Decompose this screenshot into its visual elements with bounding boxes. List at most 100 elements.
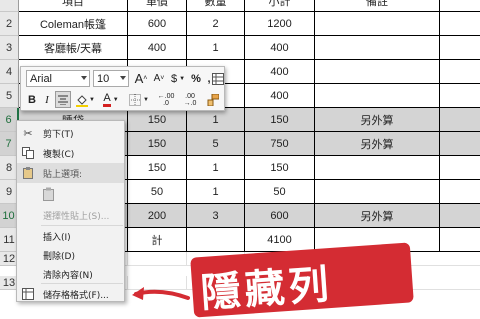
menu-item-insert[interactable]: 插入(I): [17, 226, 124, 246]
cell-qty[interactable]: 1: [187, 36, 245, 59]
menu-label-copy: 複製(C): [43, 149, 75, 160]
cell-price[interactable]: 50: [128, 180, 187, 203]
annotation-arrow-icon: [132, 287, 190, 300]
menu-label-cut: 剪下(T): [43, 129, 74, 140]
cell-price[interactable]: 計: [128, 228, 187, 251]
column-header-subtotal: 小計: [245, 0, 315, 11]
fill-color-icon: [76, 94, 89, 107]
currency-button[interactable]: $ ▼: [169, 70, 187, 87]
font-name-box[interactable]: Arial: [26, 70, 90, 87]
cell-qty[interactable]: 1: [187, 156, 245, 179]
cell-qty[interactable]: 3: [187, 204, 245, 227]
cell-note[interactable]: [315, 180, 440, 203]
decrease-decimal-icon: .00 →.0: [183, 92, 197, 107]
format-painter-button[interactable]: [205, 91, 221, 108]
cell-price[interactable]: 150: [128, 132, 187, 155]
cell-subtotal[interactable]: 150: [245, 108, 315, 131]
cell-qty[interactable]: [187, 228, 245, 251]
increase-decimal-icon: ←.00 .0: [157, 92, 175, 107]
cell-subtotal[interactable]: 750: [245, 132, 315, 155]
menu-label-paste-special: 選擇性貼上(S)...: [43, 211, 110, 222]
cell-note[interactable]: 另外算: [315, 132, 440, 155]
row-header[interactable]: 5: [0, 84, 19, 108]
paste-icon: [21, 166, 35, 180]
format-table-icon: [212, 72, 224, 85]
percent-icon: %: [191, 72, 201, 85]
font-size-box[interactable]: 10: [93, 70, 129, 87]
cell-note[interactable]: [315, 36, 440, 59]
italic-button[interactable]: I: [41, 91, 53, 108]
table-row[interactable]: 客廳帳/天幕 400 1 400: [19, 36, 480, 60]
currency-icon: $: [170, 72, 178, 85]
align-center-icon: [58, 95, 68, 105]
menu-item-paste-options: 貼上選項:: [17, 163, 124, 183]
menu-item-cut[interactable]: ✂ 剪下(T): [17, 123, 124, 143]
grow-font-button[interactable]: A ˄: [133, 70, 149, 87]
cell-note[interactable]: [315, 84, 440, 107]
cell-subtotal[interactable]: 400: [245, 84, 315, 107]
format-table-button[interactable]: [211, 70, 225, 87]
cell-item[interactable]: Coleman帳篷: [19, 12, 128, 35]
font-name-dropdown-icon[interactable]: [81, 76, 87, 80]
font-size-value: 10: [97, 72, 110, 85]
cell-note[interactable]: 另外算: [315, 204, 440, 227]
menu-item-paste-clipboard[interactable]: [17, 183, 124, 205]
cell-price[interactable]: 600: [128, 12, 187, 35]
cell-price[interactable]: 400: [128, 36, 187, 59]
cell-note[interactable]: [315, 12, 440, 35]
increase-decimal-button[interactable]: ←.00 .0: [155, 91, 177, 108]
menu-item-clear-contents[interactable]: 清除內容(N): [17, 264, 124, 284]
clipboard-icon[interactable]: [41, 187, 55, 201]
borders-icon: [129, 93, 142, 106]
font-color-button[interactable]: A ▼: [99, 91, 123, 108]
align-center-button[interactable]: [55, 91, 71, 108]
cell-price[interactable]: 200: [128, 204, 187, 227]
shrink-font-button[interactable]: A ˅: [151, 70, 167, 87]
cell-subtotal[interactable]: 400: [245, 36, 315, 59]
italic-icon: I: [45, 93, 49, 106]
bold-button[interactable]: B: [25, 91, 39, 108]
menu-item-format-cells[interactable]: 儲存格格式(F)...: [17, 284, 124, 304]
row-header[interactable]: 2: [0, 12, 19, 36]
cell-qty[interactable]: 1: [187, 108, 245, 131]
cell-qty[interactable]: 5: [187, 132, 245, 155]
cell-price[interactable]: [128, 252, 187, 265]
borders-button[interactable]: ▼: [127, 91, 151, 108]
menu-label-clear-contents: 清除內容(N): [43, 270, 93, 281]
format-painter-icon: [207, 93, 219, 106]
cell-qty[interactable]: 2: [187, 12, 245, 35]
column-header-note: 備註: [315, 0, 440, 11]
cell-subtotal[interactable]: 400: [245, 60, 315, 83]
menu-item-copy[interactable]: 複製(C): [17, 143, 124, 163]
row-header-1[interactable]: [0, 0, 19, 12]
table-row[interactable]: Coleman帳篷 600 2 1200: [19, 12, 480, 36]
cell-price[interactable]: 150: [128, 108, 187, 131]
cell-note[interactable]: 另外算: [315, 108, 440, 131]
decrease-decimal-button[interactable]: .00 →.0: [179, 91, 201, 108]
menu-item-paste-special[interactable]: 選擇性貼上(S)...: [17, 205, 124, 225]
font-size-dropdown-icon[interactable]: [120, 76, 126, 80]
column-header-price: 單價: [128, 0, 187, 11]
header-row: 項目 單價 數量 小計 備註: [19, 0, 480, 12]
menu-item-delete[interactable]: 刪除(D): [17, 245, 124, 265]
cell-subtotal[interactable]: 600: [245, 204, 315, 227]
menu-label-insert: 插入(I): [43, 232, 71, 243]
percent-button[interactable]: %: [189, 70, 203, 87]
cell-subtotal[interactable]: 1200: [245, 12, 315, 35]
menu-label-delete: 刪除(D): [43, 251, 75, 262]
cell-subtotal[interactable]: 50: [245, 180, 315, 203]
cell-note[interactable]: [315, 60, 440, 83]
context-menu: ✂ 剪下(T) 複製(C) 貼上選項: 選擇性貼上(S)... 插入(I) 刪除…: [16, 120, 125, 302]
cell-qty[interactable]: 1: [187, 180, 245, 203]
cell-item[interactable]: 客廳帳/天幕: [19, 36, 128, 59]
cell-price[interactable]: 150: [128, 156, 187, 179]
row-header[interactable]: 3: [0, 36, 19, 60]
column-header-qty: 數量: [187, 0, 245, 11]
cell-subtotal[interactable]: 4100: [245, 228, 315, 251]
cell-subtotal[interactable]: 150: [245, 156, 315, 179]
copy-icon: [21, 146, 35, 160]
row-header[interactable]: 4: [0, 60, 19, 84]
fill-color-button[interactable]: ▼: [73, 91, 97, 108]
cell-note[interactable]: [315, 156, 440, 179]
grow-font-icon: A: [134, 71, 144, 86]
